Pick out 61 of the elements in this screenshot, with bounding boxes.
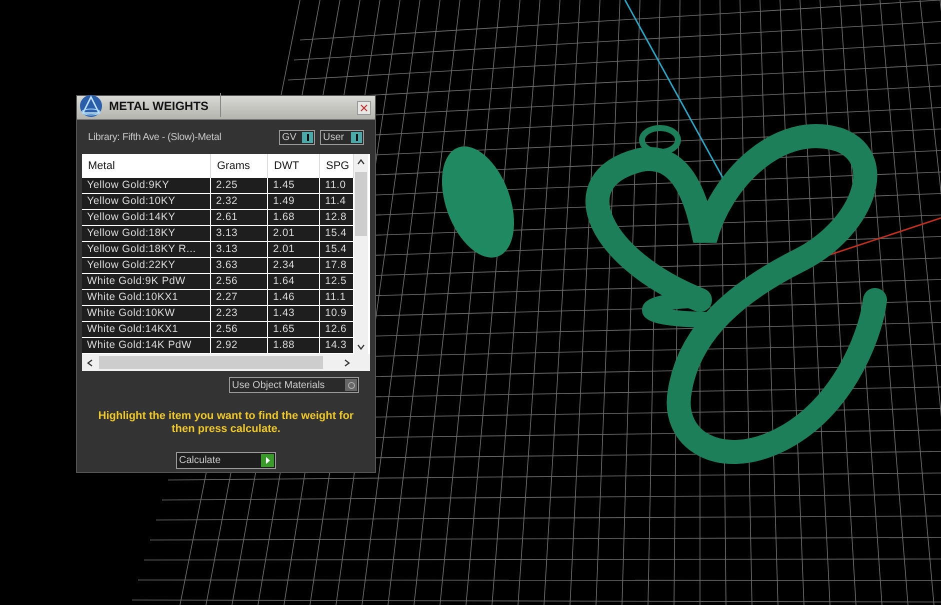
table-cell: 12.5 — [320, 274, 354, 289]
scroll-left-icon[interactable] — [87, 359, 93, 367]
toggle-button[interactable]: User — [320, 130, 364, 144]
table-cell: 1.68 — [268, 210, 320, 225]
table-cell: 1.46 — [268, 290, 320, 305]
table-cell: 10.9 — [320, 306, 354, 321]
table-cell: Yellow Gold:18KY R... — [82, 242, 211, 257]
table-cell: Yellow Gold:9KY — [82, 178, 211, 193]
table-cell: 3.13 — [211, 226, 268, 241]
table-cell: 1.65 — [268, 322, 320, 337]
use-object-materials-toggle[interactable]: Use Object Materials — [229, 377, 359, 393]
table-cell: 12.8 — [320, 210, 354, 225]
table-cell: White Gold:9K PdW — [82, 274, 211, 289]
window-title: METAL WEIGHTS — [109, 92, 221, 116]
table-cell: 1.45 — [268, 178, 320, 193]
table-cell: 2.01 — [268, 226, 320, 241]
table-cell: 2.27 — [211, 290, 268, 305]
table-cell: 2.34 — [268, 258, 320, 273]
table-cell: 15.4 — [320, 242, 354, 257]
table-cell: White Gold:10KX1 — [82, 290, 211, 305]
table-cell: White Gold:14K PdW — [82, 338, 211, 353]
play-icon — [261, 454, 274, 467]
table-cell: 15.4 — [320, 226, 354, 241]
table-cell: 1.43 — [268, 306, 320, 321]
table-cell: 2.56 — [211, 322, 268, 337]
table-cell: 2.92 — [211, 338, 268, 353]
calculate-button[interactable]: Calculate — [176, 452, 276, 469]
scroll-right-icon[interactable] — [344, 359, 350, 367]
app-logo-icon — [79, 94, 103, 118]
close-icon — [360, 104, 368, 112]
close-button[interactable] — [357, 100, 371, 114]
table-cell: 12.6 — [320, 322, 354, 337]
table-cell: Yellow Gold:22KY — [82, 258, 211, 273]
table-cell: Yellow Gold:10KY — [82, 194, 211, 209]
table-cell: 11.0 — [320, 178, 354, 193]
library-label: Library: Fifth Ave - (Slow)-Metal — [88, 130, 222, 144]
horizontal-scrollbar[interactable] — [82, 354, 370, 371]
vertical-scrollbar[interactable] — [354, 154, 368, 354]
table-cell: 3.13 — [211, 242, 268, 257]
table-cell: White Gold:14KX1 — [82, 322, 211, 337]
table-cell: 2.23 — [211, 306, 268, 321]
table-cell: 1.49 — [268, 194, 320, 209]
table-cell: 2.01 — [268, 242, 320, 257]
table-cell: 11.1 — [320, 290, 354, 305]
table-cell: White Gold:10KW — [82, 306, 211, 321]
table-cell: 1.64 — [268, 274, 320, 289]
table-cell: 2.25 — [211, 178, 268, 193]
table-cell: Yellow Gold:14KY — [82, 210, 211, 225]
table-cell: 3.63 — [211, 258, 268, 273]
instruction-text: Highlight the item you want to find the weight for then press calculate. — [97, 410, 355, 436]
table-cell: 17.8 — [320, 258, 354, 273]
table-cell: Yellow Gold:18KY — [82, 226, 211, 241]
table-cell: 2.56 — [211, 274, 268, 289]
scroll-down-icon[interactable] — [357, 344, 365, 350]
table-cell: 14.3 — [320, 338, 354, 353]
table-cell: 2.61 — [211, 210, 268, 225]
scroll-up-icon[interactable] — [357, 159, 365, 165]
table-cell: 2.32 — [211, 194, 268, 209]
table-cell: 1.88 — [268, 338, 320, 353]
table-cell: 11.4 — [320, 194, 354, 209]
toggle-button[interactable]: GV — [279, 130, 315, 144]
